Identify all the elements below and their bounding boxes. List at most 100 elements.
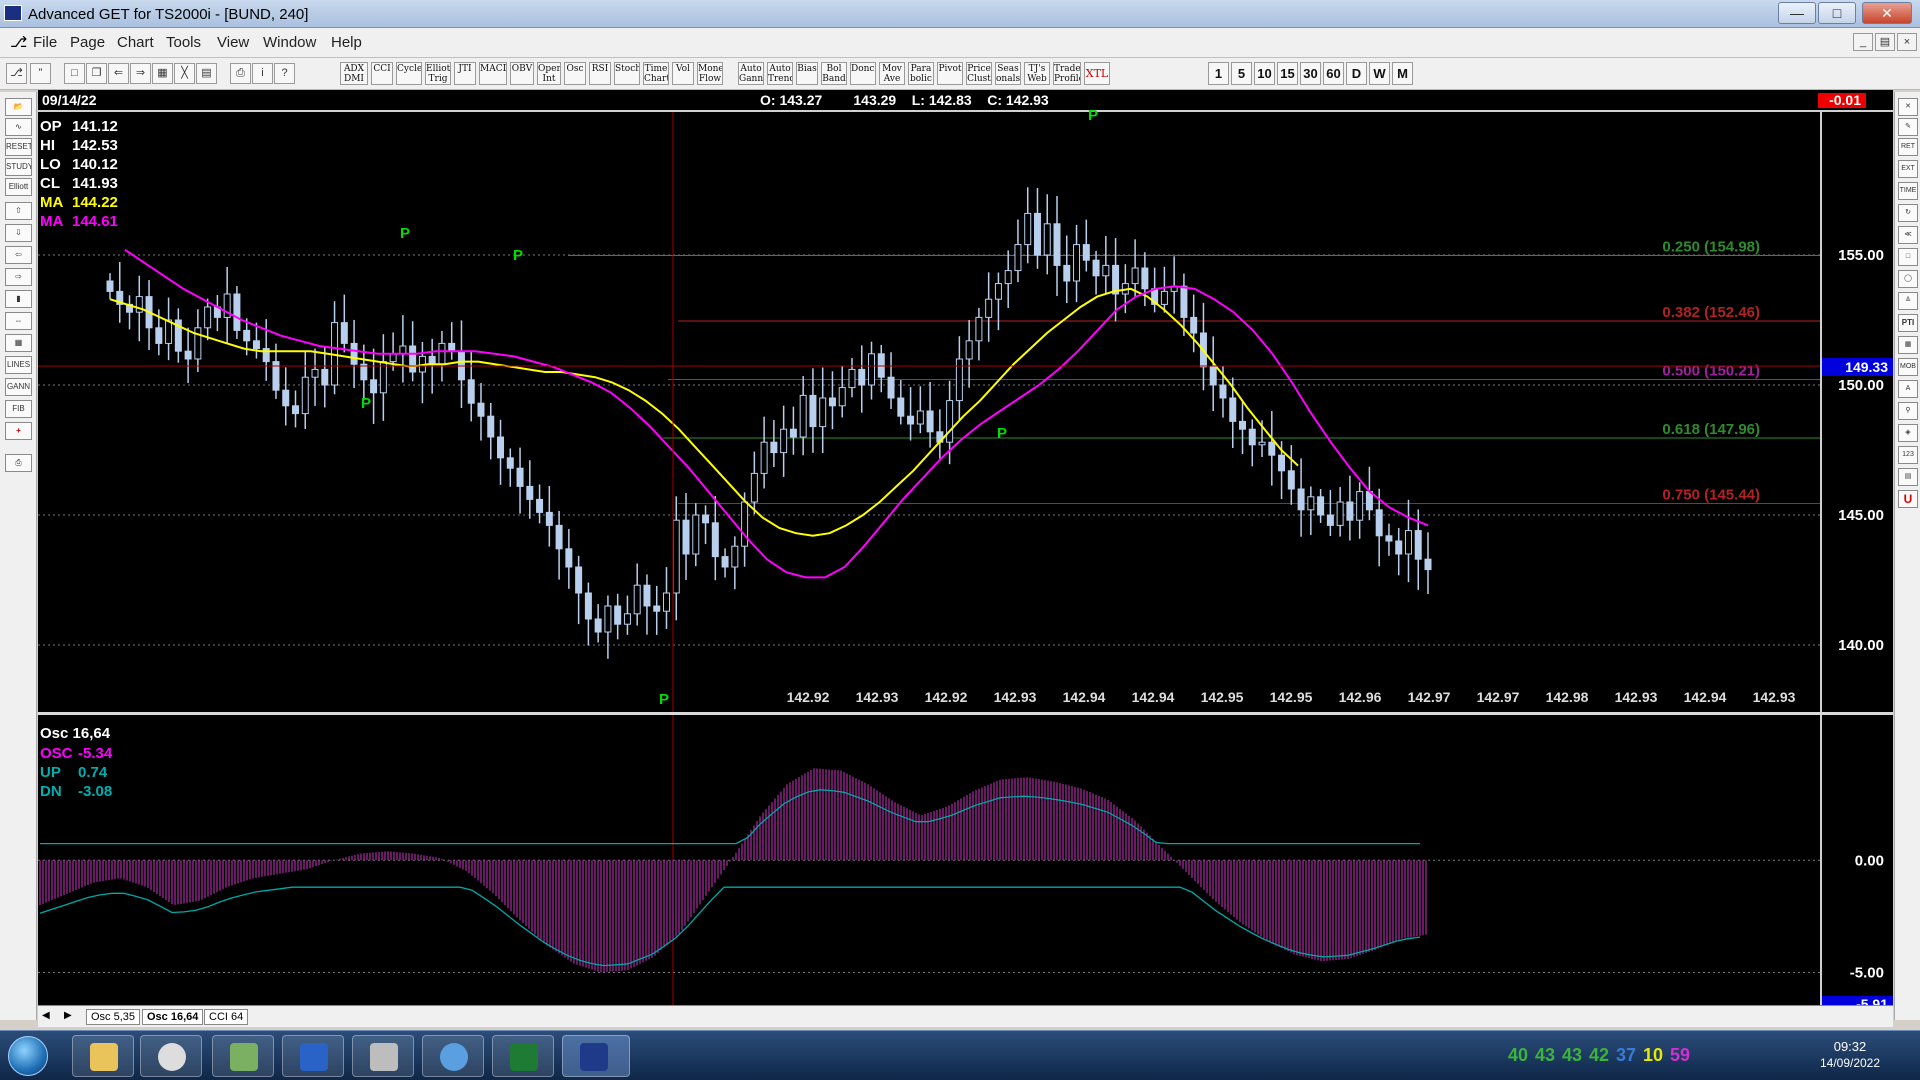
cross-icon[interactable]: ╳ xyxy=(174,63,195,84)
back-icon[interactable]: ⇐ xyxy=(108,63,129,84)
taskbar-app-window[interactable] xyxy=(352,1035,414,1077)
open-icon[interactable]: 📂 xyxy=(5,98,32,116)
table-icon[interactable]: ▦ xyxy=(1898,336,1918,354)
elliott-tool[interactable]: Elliott xyxy=(5,178,32,196)
help-icon[interactable]: ? xyxy=(274,63,295,84)
study-button-cycles[interactable]: Cycles xyxy=(396,62,422,85)
crosshair-icon[interactable]: + xyxy=(5,422,32,440)
interval-button-5[interactable]: 5 xyxy=(1231,62,1252,85)
zoom-icon[interactable]: ⚲ xyxy=(1898,402,1918,420)
marker-icon[interactable]: ◈ xyxy=(1898,424,1918,442)
tab-cci-64[interactable]: CCI 64 xyxy=(204,1009,249,1025)
arrow-right-icon[interactable]: ⇨ xyxy=(5,268,32,286)
interval-button-30[interactable]: 30 xyxy=(1300,62,1321,85)
expand-icon[interactable]: ⇔ xyxy=(5,312,32,330)
study-button-cci[interactable]: CCI xyxy=(371,62,393,85)
study-button-trade-profile[interactable]: Trade Profile xyxy=(1053,62,1081,85)
study-button-vol[interactable]: Vol xyxy=(672,62,694,85)
grid-tool-icon[interactable]: ▦ xyxy=(5,334,32,352)
study-button-price-clust[interactable]: Price Clust xyxy=(966,62,992,85)
pencil-icon[interactable]: ✎ xyxy=(1898,118,1918,136)
menu-view[interactable]: View xyxy=(217,34,249,51)
study-button-macd[interactable]: MACD xyxy=(479,62,507,85)
fib-ext-tool[interactable]: EXT xyxy=(1898,160,1918,178)
study-button-bol-band[interactable]: Bol Band xyxy=(821,62,847,85)
tab-prev-icon[interactable]: ◀ xyxy=(42,1010,50,1021)
fan-icon[interactable]: ≪ xyxy=(1898,226,1918,244)
interval-button-15[interactable]: 15 xyxy=(1277,62,1298,85)
study-button-pivot[interactable]: Pivot xyxy=(937,62,963,85)
study-button-xtl[interactable]: XTL xyxy=(1084,62,1110,85)
grid-icon[interactable]: ▦ xyxy=(152,63,173,84)
study-button-bias[interactable]: Bias xyxy=(796,62,818,85)
pin-icon[interactable]: ⎇ xyxy=(6,63,27,84)
panel-separator[interactable] xyxy=(38,712,1893,715)
menu-tools[interactable]: Tools xyxy=(166,34,201,51)
reset-tool[interactable]: RESET xyxy=(5,138,32,156)
interval-button-d[interactable]: D xyxy=(1346,62,1367,85)
study-button-adx-dmi[interactable]: ADX DMI xyxy=(340,62,368,85)
interval-button-m[interactable]: M xyxy=(1392,62,1413,85)
study-button-donch[interactable]: Donch xyxy=(850,62,876,85)
forward-icon[interactable]: ⇒ xyxy=(130,63,151,84)
study-button-elliott-trig[interactable]: Elliott Trig xyxy=(425,62,451,85)
study-button-auto-gann[interactable]: Auto Gann xyxy=(738,62,764,85)
arrow-left-icon[interactable]: ⇦ xyxy=(5,246,32,264)
channel-icon[interactable]: ≙ xyxy=(1898,292,1918,310)
mdi-close-button[interactable]: × xyxy=(1897,33,1917,51)
quote-icon[interactable]: ” xyxy=(30,63,51,84)
study-button-money-flow[interactable]: Money Flow xyxy=(697,62,723,85)
chart-canvas[interactable]: 09/14/22 O: 143.27 143.29 L: 142.83 C: 1… xyxy=(38,90,1893,1012)
box-icon[interactable]: □ xyxy=(1898,248,1918,266)
menu-help[interactable]: Help xyxy=(331,34,362,51)
tab-osc-16-64[interactable]: Osc 16,64 xyxy=(142,1009,204,1025)
clock[interactable]: 09:32 14/09/2022 xyxy=(1790,1039,1910,1070)
gann-tool[interactable]: GANN xyxy=(5,378,32,396)
fib-time-tool[interactable]: TIME xyxy=(1898,182,1918,200)
menu-chart[interactable]: Chart xyxy=(117,34,154,51)
taskbar-browser[interactable] xyxy=(422,1035,484,1077)
ellipse-icon[interactable]: ◯ xyxy=(1898,270,1918,288)
interval-button-10[interactable]: 10 xyxy=(1254,62,1275,85)
text-tool-icon[interactable]: A xyxy=(1898,380,1918,398)
mdi-restore-button[interactable]: ▤ xyxy=(1875,33,1895,51)
arrow-up-icon[interactable]: ⇧ xyxy=(5,202,32,220)
study-tool[interactable]: STUDY xyxy=(5,158,32,176)
menu-page[interactable]: Page xyxy=(70,34,105,51)
study-button-auto-trend[interactable]: Auto Trend xyxy=(767,62,793,85)
study-button-time-chart[interactable]: Time Chart xyxy=(643,62,669,85)
study-button-open-int[interactable]: Open Int xyxy=(537,62,561,85)
study-button-stoch[interactable]: Stoch xyxy=(614,62,640,85)
menu-file[interactable]: File xyxy=(33,34,57,51)
copy-icon[interactable]: ❐ xyxy=(86,63,107,84)
maximize-button[interactable]: □ xyxy=(1818,2,1856,24)
taskbar-monitor-app[interactable] xyxy=(212,1035,274,1077)
pti-tool[interactable]: PTI xyxy=(1898,314,1918,332)
new-page-icon[interactable]: □ xyxy=(64,63,85,84)
study-button-seas-onals[interactable]: Seas onals xyxy=(995,62,1021,85)
start-button[interactable] xyxy=(8,1036,48,1076)
wave-tool-icon[interactable]: ∿ xyxy=(5,118,32,136)
taskbar-advanced-get[interactable] xyxy=(562,1035,630,1077)
study-button-mov-ave[interactable]: Mov Ave xyxy=(879,62,905,85)
study-button-osc[interactable]: Osc xyxy=(564,62,586,85)
study-button-jti[interactable]: JTI xyxy=(454,62,476,85)
counter-icon[interactable]: 123 xyxy=(1898,446,1918,464)
bars-icon[interactable]: ▮ xyxy=(5,290,32,308)
layout-icon[interactable]: ▤ xyxy=(196,63,217,84)
cycle-icon[interactable]: ↻ xyxy=(1898,204,1918,222)
mdi-minimize-button[interactable]: _ xyxy=(1853,33,1873,51)
study-button-obv[interactable]: OBV xyxy=(510,62,534,85)
study-button-rsi[interactable]: RSI xyxy=(589,62,611,85)
book-icon[interactable]: ▤ xyxy=(1898,468,1918,486)
print-icon[interactable]: ⎙ xyxy=(230,63,251,84)
u-tool-icon[interactable]: U xyxy=(1898,490,1918,508)
menu-window[interactable]: Window xyxy=(263,34,316,51)
tab-next-icon[interactable]: ▶ xyxy=(64,1010,72,1021)
mob-tool[interactable]: MOB xyxy=(1898,358,1918,376)
fib-ret-tool[interactable]: RET xyxy=(1898,138,1918,156)
info-icon[interactable]: i xyxy=(252,63,273,84)
chart-window[interactable]: 09/14/22 O: 143.27 143.29 L: 142.83 C: 1… xyxy=(38,90,1893,1012)
close-tool-icon[interactable]: ✕ xyxy=(1898,98,1918,116)
taskbar-excel[interactable] xyxy=(492,1035,554,1077)
